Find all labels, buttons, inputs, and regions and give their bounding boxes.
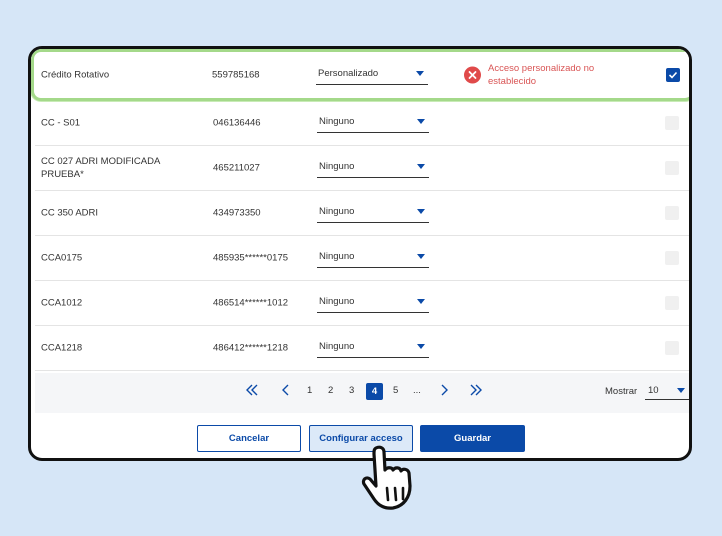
page-2[interactable]: 2 (328, 385, 333, 396)
account-name: CC - S01 (41, 117, 81, 129)
account-name: CCA1218 (41, 342, 83, 354)
table-row: CCA1218 486412******1218 Ninguno (35, 326, 689, 371)
account-name: CCA0175 (41, 252, 83, 264)
account-name: CCA1012 (41, 297, 83, 309)
page-4-current[interactable]: 4 (366, 383, 383, 400)
page-ellipsis: ... (413, 385, 421, 396)
check-icon (668, 71, 678, 79)
chevron-down-icon (417, 254, 425, 259)
account-number: 485935******0175 (213, 252, 289, 264)
page-1[interactable]: 1 (307, 385, 312, 396)
account-name: CC 027 ADRI MODIFICADA PRUEBA* (41, 156, 160, 180)
table-row: CC 350 ADRI 434973350 Ninguno (35, 191, 689, 236)
access-select-value: Ninguno (319, 251, 355, 262)
row-checkbox[interactable] (665, 341, 679, 355)
table-row: CCA0175 485935******0175 Ninguno (35, 236, 689, 281)
access-select[interactable]: Personalizado (316, 65, 428, 85)
account-number: 434973350 (213, 207, 261, 219)
account-name: Crédito Rotativo (41, 69, 110, 81)
page-size-select[interactable]: 10 (645, 380, 689, 400)
error-icon (464, 66, 481, 84)
access-select[interactable]: Ninguno (317, 338, 429, 358)
first-page-icon[interactable] (245, 383, 259, 402)
cancel-button[interactable]: Cancelar (197, 425, 301, 452)
page-size-value: 10 (648, 385, 659, 396)
chevron-down-icon (417, 299, 425, 304)
pagination-bar: 1 2 3 4 5 ... Mostrar 10 (35, 373, 689, 413)
access-select-value: Personalizado (318, 68, 379, 79)
table-row: CC - S01 046136446 Ninguno (35, 101, 689, 146)
account-name: CC 350 ADRI (41, 207, 99, 219)
access-select-value: Ninguno (319, 206, 355, 217)
access-select-value: Ninguno (319, 116, 355, 127)
row-checkbox-checked[interactable] (666, 68, 680, 82)
error-message: Acceso personalizado no establecido (488, 63, 595, 87)
row-checkbox[interactable] (665, 206, 679, 220)
table-row: CC 027 ADRI MODIFICADA PRUEBA* 465211027… (35, 146, 689, 191)
row-checkbox[interactable] (665, 116, 679, 130)
account-number: 046136446 (213, 117, 261, 129)
account-number: 486412******1218 (213, 342, 289, 354)
page-size-label: Mostrar (605, 386, 638, 397)
account-number: 559785168 (212, 69, 260, 81)
access-select-value: Ninguno (319, 341, 355, 352)
chevron-down-icon (677, 388, 685, 393)
access-select-value: Ninguno (319, 161, 355, 172)
chevron-down-icon (417, 119, 425, 124)
last-page-icon[interactable] (469, 383, 483, 402)
row-checkbox[interactable] (665, 251, 679, 265)
page-5[interactable]: 5 (393, 385, 398, 396)
chevron-down-icon (417, 209, 425, 214)
account-number: 465211027 (213, 162, 260, 174)
row-checkbox[interactable] (665, 161, 679, 175)
access-select-value: Ninguno (319, 296, 355, 307)
access-select[interactable]: Ninguno (317, 158, 429, 178)
account-number: 486514******1012 (213, 297, 289, 309)
access-select[interactable]: Ninguno (317, 293, 429, 313)
next-page-icon[interactable] (437, 383, 451, 402)
chevron-down-icon (417, 164, 425, 169)
access-select[interactable]: Ninguno (317, 203, 429, 223)
row-checkbox[interactable] (665, 296, 679, 310)
chevron-down-icon (417, 344, 425, 349)
access-select[interactable]: Ninguno (317, 113, 429, 133)
table-row-credito-rotativo: Crédito Rotativo 559785168 Personalizado… (31, 49, 689, 101)
access-select[interactable]: Ninguno (317, 248, 429, 268)
accounts-card: Crédito Rotativo 559785168 Personalizado… (28, 46, 692, 461)
hand-pointer-icon (358, 442, 430, 519)
save-button[interactable]: Guardar (420, 425, 525, 452)
prev-page-icon[interactable] (279, 383, 293, 402)
page-3[interactable]: 3 (349, 385, 354, 396)
table-row: CCA1012 486514******1012 Ninguno (35, 281, 689, 326)
chevron-down-icon (416, 71, 424, 76)
